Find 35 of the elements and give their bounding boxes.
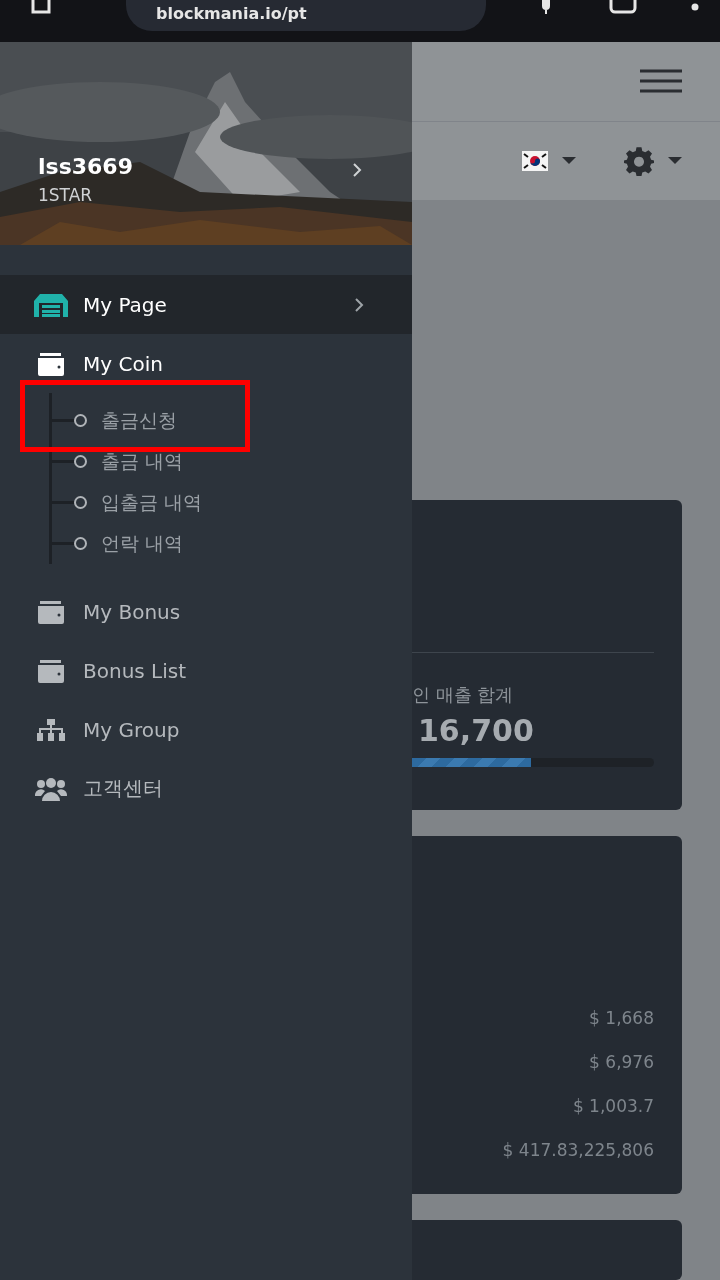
amount-value: $ 6,976 [588,1052,654,1074]
menu-item[interactable]: Bonus List [0,641,412,700]
settings-icon [624,145,654,176]
caret-icon [668,156,682,165]
garage-icon [34,292,68,317]
language-dropdown[interactable] [522,150,576,171]
sales-value: 16,700 [418,713,535,748]
submenu-item[interactable]: 언락 내역 [52,523,412,564]
submenu-item[interactable]: 출금 내역 [52,441,412,482]
users-icon [34,776,68,801]
amount-value: $ 1,668 [588,1008,654,1030]
submenu-item[interactable]: 출금신청 [52,400,412,441]
submenu-item[interactable]: 입출금 내역 [52,482,412,523]
amount-value: $ 1,003.7 [571,1096,654,1118]
amount-value: $ 417.83,225,806 [501,1140,654,1162]
sitemap-icon [34,718,68,741]
circle-icon [74,414,87,427]
menu-item[interactable]: My Group [0,700,412,759]
username[interactable]: lss3669 [38,154,133,179]
settings-dropdown[interactable] [624,145,682,176]
sales-label: 인 매출 합계 [412,683,515,707]
chevron-right-icon [354,296,364,313]
menu-icon[interactable] [640,69,682,94]
user-rank: 1STAR [38,185,94,205]
circle-icon [74,455,87,468]
flag-icon [522,150,548,171]
circle-icon [74,537,87,550]
chevron-right-icon[interactable] [352,162,362,178]
menu-item[interactable]: My Bonus [0,582,412,641]
caret-icon [562,156,576,165]
menu-item[interactable]: My Coin [0,334,412,393]
circle-icon [74,496,87,509]
menu-item[interactable]: My Page [0,275,412,334]
address-bar[interactable]: blockmania.io/pt [126,0,486,31]
menu-item[interactable]: 고객센터 [0,759,412,818]
